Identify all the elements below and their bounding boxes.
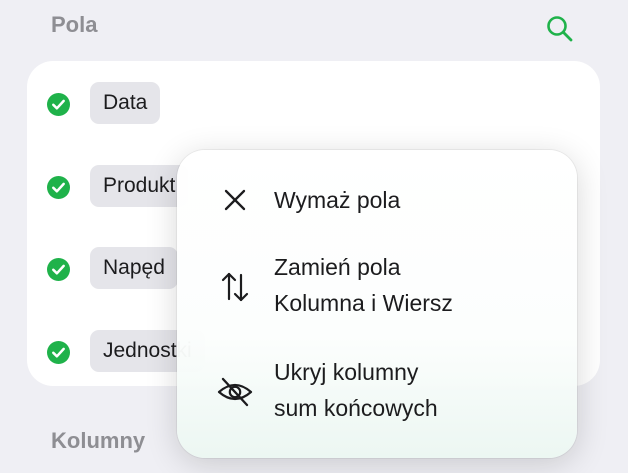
field-row-data[interactable]: Data — [27, 82, 600, 126]
eye-slash-icon — [217, 377, 253, 407]
checkmark-icon[interactable] — [47, 93, 70, 116]
fields-section-title: Pola — [51, 12, 98, 37]
menu-item-label-line1: Zamień pola — [274, 254, 401, 280]
checkmark-icon[interactable] — [47, 341, 70, 364]
menu-item-label-line2: Kolumna i Wiersz — [274, 290, 453, 316]
search-icon[interactable] — [544, 13, 576, 45]
columns-section-title: Kolumny — [51, 428, 146, 453]
menu-item-label-line2: sum końcowych — [274, 395, 438, 421]
menu-item-clear-fields[interactable]: Wymaż pola — [177, 180, 577, 220]
xmark-icon — [224, 189, 246, 211]
field-pill[interactable]: Napęd — [90, 247, 178, 289]
field-pill[interactable]: Produkt — [90, 165, 189, 207]
checkmark-icon[interactable] — [47, 258, 70, 281]
swap-arrows-icon — [221, 272, 249, 302]
menu-item-swap-fields[interactable]: Zamień pola Kolumna i Wiersz — [177, 248, 577, 324]
menu-item-label-line1: Ukryj kolumny — [274, 359, 419, 385]
menu-item-hide-totals[interactable]: Ukryj kolumny sum końcowych — [177, 353, 577, 429]
menu-item-label: Wymaż pola — [274, 187, 401, 213]
context-menu: Wymaż pola Zamień pola Kolumna i Wiersz … — [177, 150, 577, 458]
field-pill[interactable]: Data — [90, 82, 161, 124]
checkmark-icon[interactable] — [47, 176, 70, 199]
